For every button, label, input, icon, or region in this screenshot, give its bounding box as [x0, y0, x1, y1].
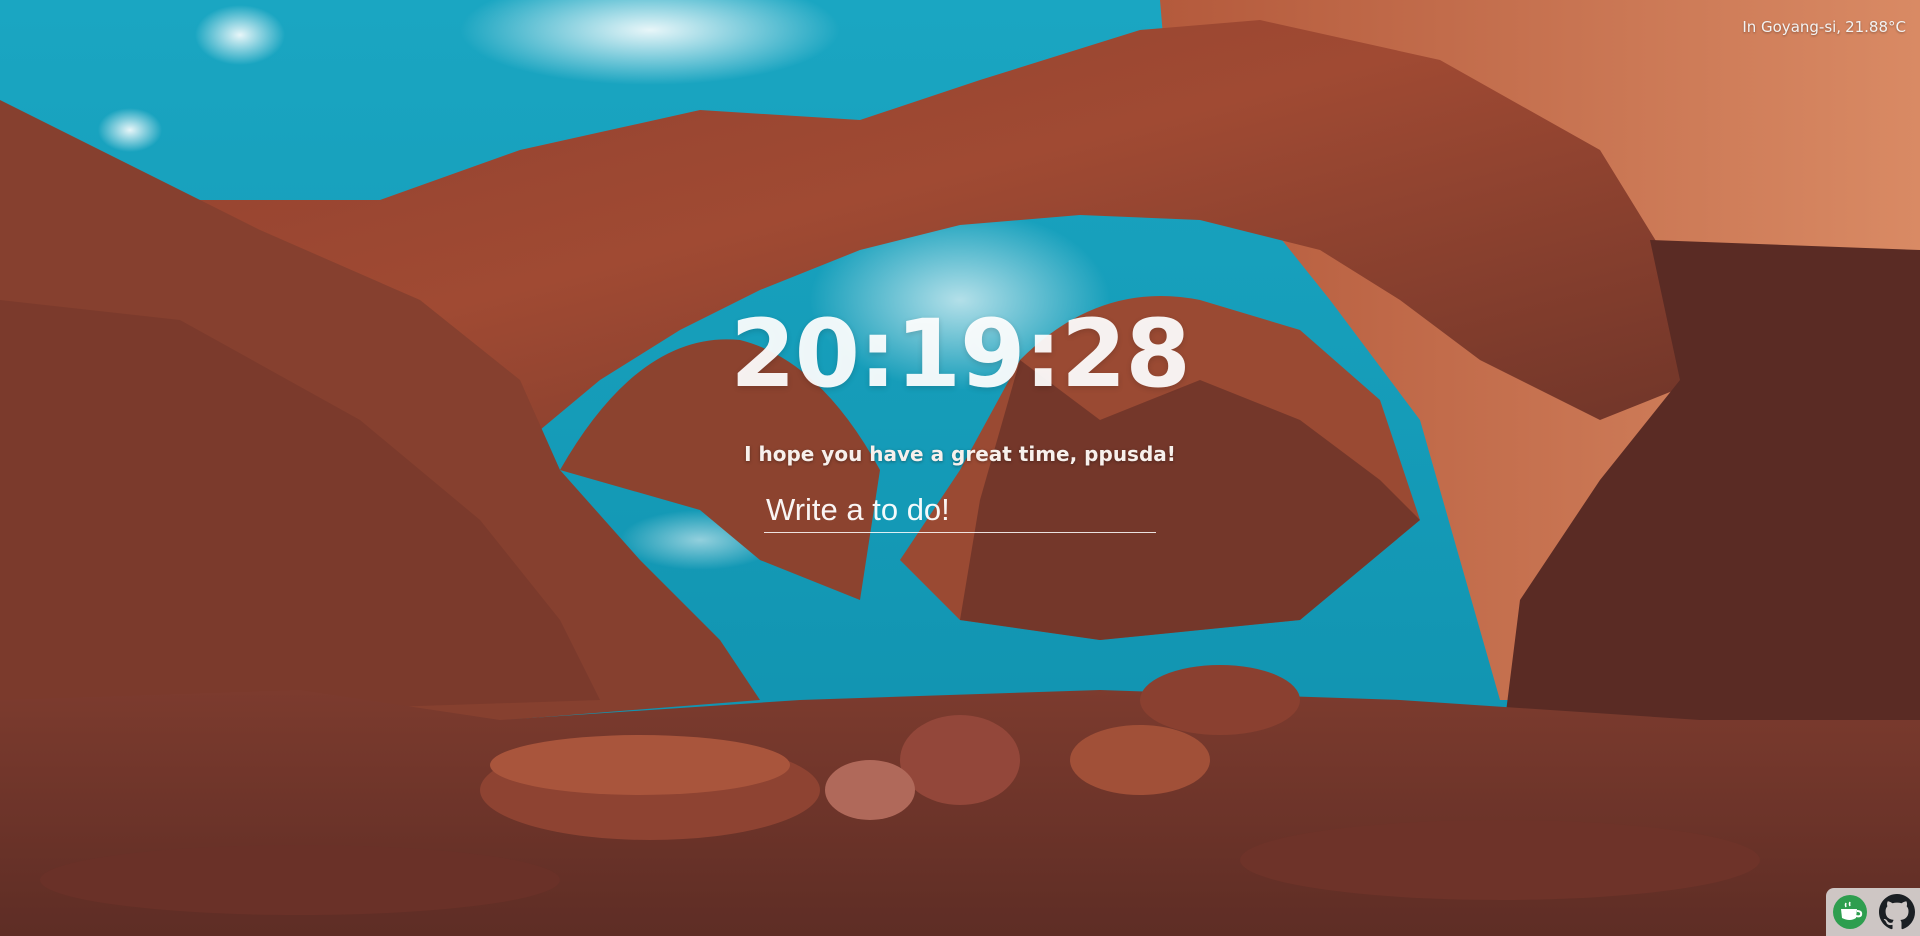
github-button[interactable] — [1877, 892, 1917, 932]
greeting-message: I hope you have a great time, ppusda! — [744, 442, 1176, 466]
coffee-icon — [1832, 895, 1867, 929]
background-image — [0, 0, 1920, 936]
weather-display: In Goyang-si, 21.88°C — [1738, 18, 1906, 36]
github-icon — [1878, 894, 1915, 930]
clock: 20:19:28 — [730, 300, 1191, 409]
weather-location: In Goyang-si, — [1742, 18, 1842, 36]
background-scene: In Goyang-si, 21.88°C 20:19:28 I hope you… — [0, 0, 1920, 936]
todo-form — [764, 490, 1156, 533]
coffee-button[interactable] — [1830, 892, 1870, 932]
todo-input[interactable] — [764, 490, 1156, 533]
corner-dock — [1826, 888, 1920, 936]
weather-temperature: 21.88°C — [1845, 18, 1906, 36]
